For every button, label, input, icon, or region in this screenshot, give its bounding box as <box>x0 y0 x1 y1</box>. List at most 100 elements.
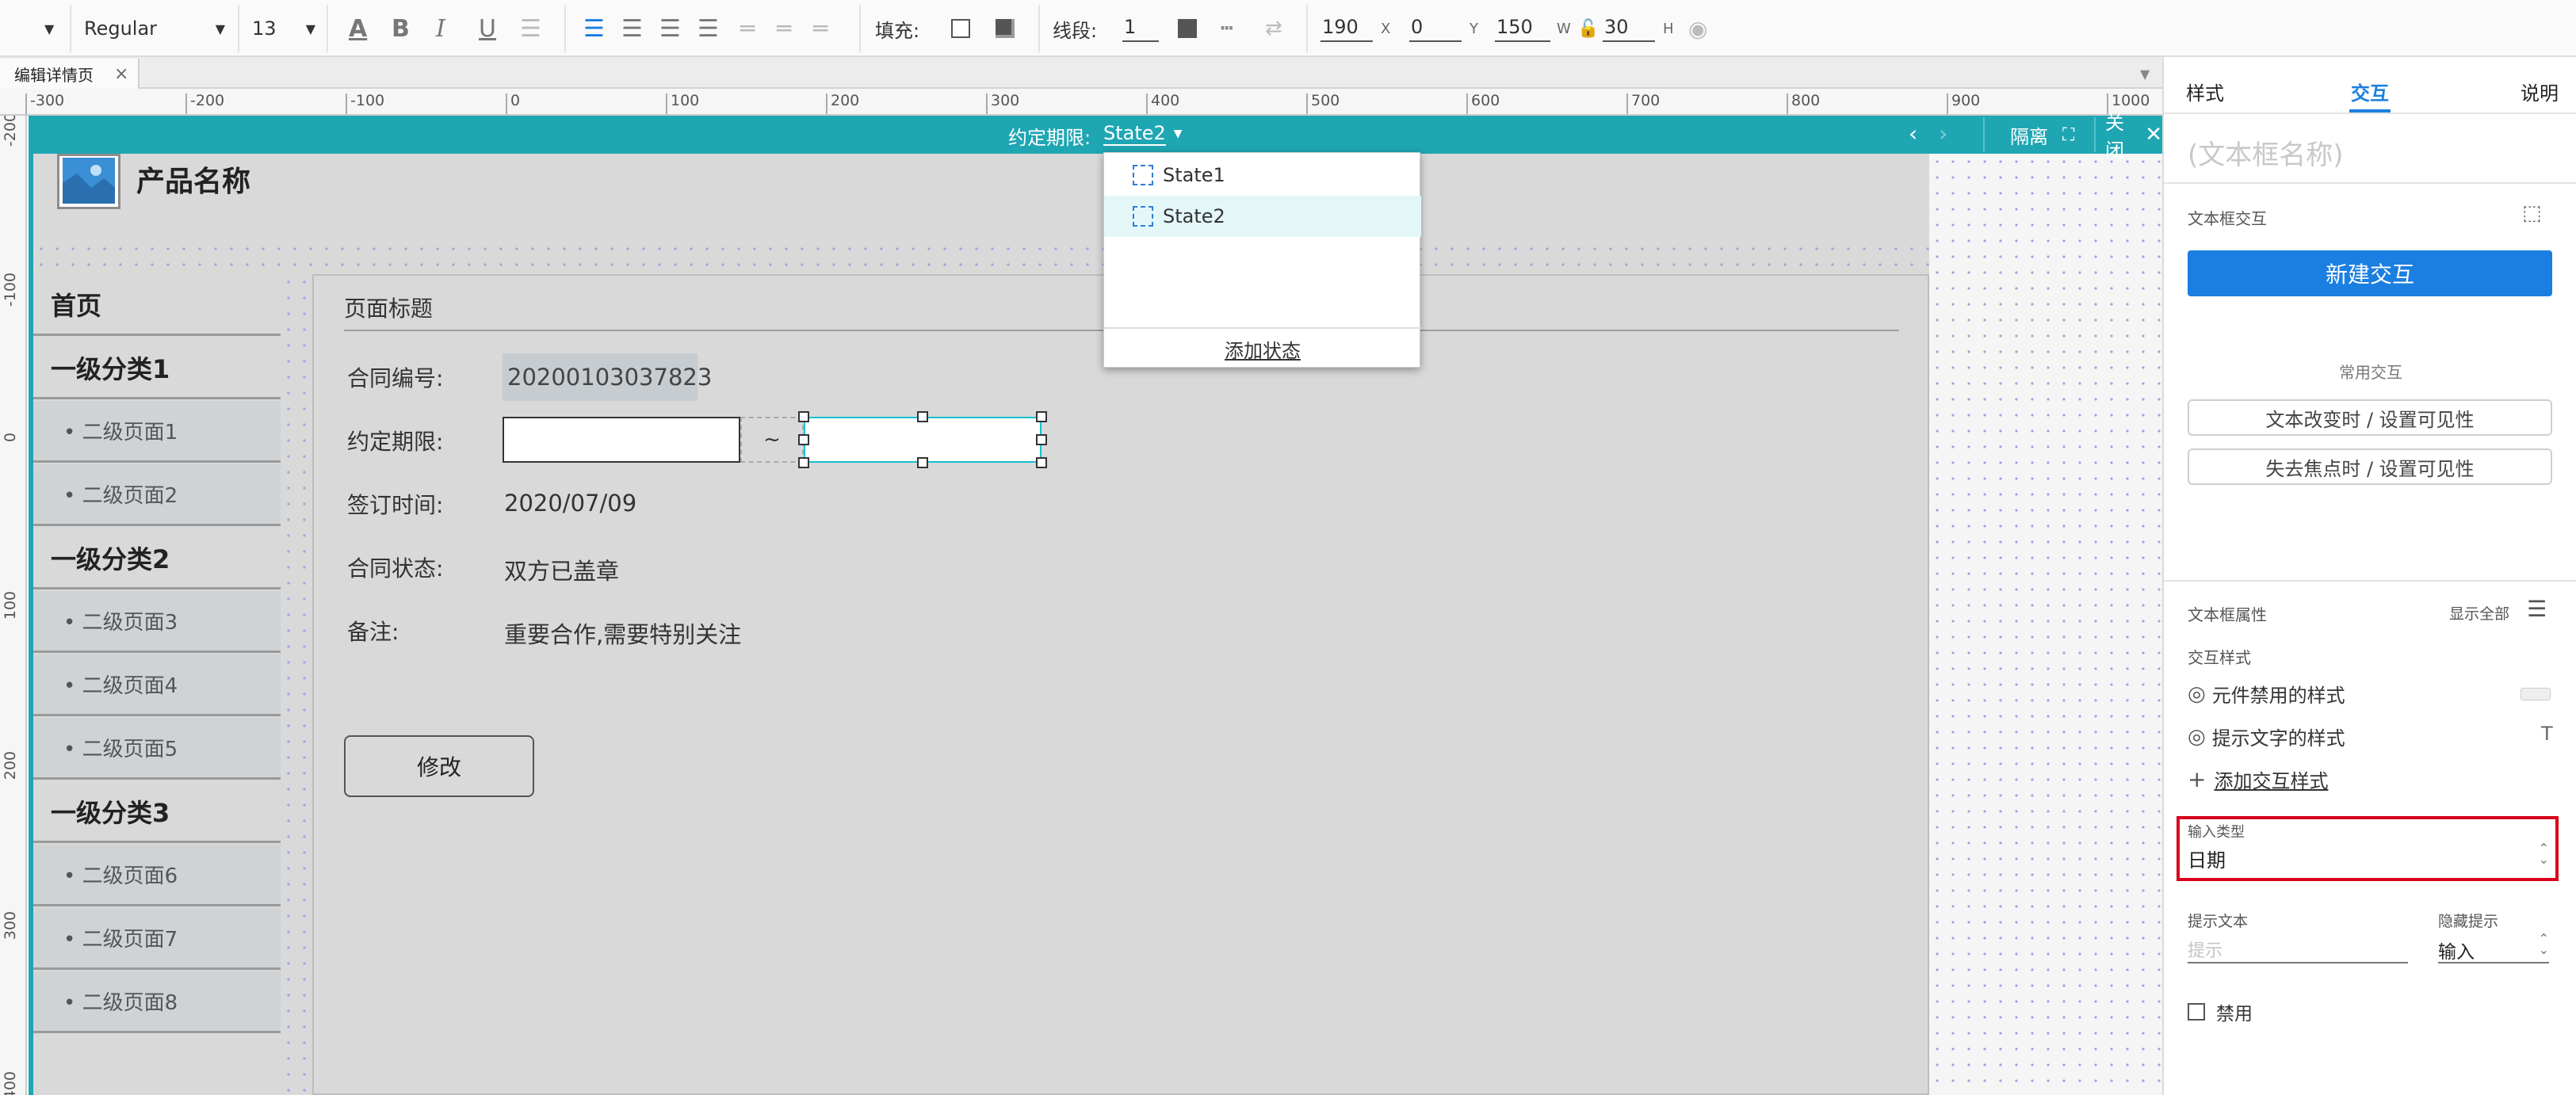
align-left-icon[interactable]: ☰ <box>583 0 605 57</box>
tab-notes[interactable]: 说明 <box>2521 78 2559 105</box>
nav-category[interactable]: 一级分类3 <box>33 781 281 843</box>
list-icon[interactable]: ☰ <box>520 0 541 57</box>
add-state-link[interactable]: 添加状态 <box>1104 329 1421 368</box>
stroke-style-icon[interactable]: ┅ <box>1221 0 1233 57</box>
fill-color-swatch[interactable] <box>951 0 970 57</box>
chevron-right-icon[interactable]: › <box>1939 120 1947 147</box>
valign-middle-icon[interactable]: ═ <box>777 0 791 57</box>
x-input[interactable]: 190 X <box>1320 0 1390 57</box>
common-interaction-button[interactable]: 文本改变时 / 设置可见性 <box>2188 399 2552 436</box>
input-type-select[interactable]: 日期 ⌃ ⌄ <box>2188 842 2549 873</box>
font-size-select[interactable]: 13 ▼ <box>252 0 315 57</box>
nav-category[interactable]: 一级分类1 <box>33 338 281 399</box>
page-header: 产品名称 <box>33 154 1929 241</box>
stroke-color-swatch[interactable] <box>1178 0 1197 57</box>
selection-handle[interactable] <box>1036 457 1047 468</box>
status-value: 双方已盖章 <box>504 558 620 585</box>
horizontal-ruler[interactable]: -300 -200 -100 0 100 200 300 400 500 600 700 800 900… <box>0 89 2162 116</box>
stroke-width-input[interactable]: 1 <box>1122 0 1159 57</box>
ruler-tick <box>1947 93 1948 114</box>
ruler-label: 300 <box>991 92 1020 109</box>
show-all-link[interactable]: 显示全部 <box>2449 602 2509 624</box>
widget-name-input[interactable]: (文本框名称) <box>2188 133 2344 172</box>
selection-handle[interactable] <box>798 457 809 468</box>
chevron-down-icon[interactable]: ▼ <box>2140 67 2150 82</box>
divider <box>327 5 328 52</box>
disabled-checkbox-row[interactable]: 禁用 <box>2188 998 2253 1025</box>
nav-category[interactable]: 首页 <box>33 274 281 336</box>
underline-icon[interactable]: U <box>479 0 496 57</box>
menu-icon[interactable]: ☰ <box>2527 596 2547 622</box>
focus-icon: ⛶ <box>2062 124 2075 145</box>
lock-icon[interactable]: 🔓 <box>1577 0 1599 57</box>
selection-handle[interactable] <box>917 457 928 468</box>
tab-interaction[interactable]: 交互 <box>2351 78 2389 105</box>
fill-shadow-swatch[interactable] <box>996 0 1015 57</box>
selection-handle[interactable] <box>917 411 928 422</box>
h-input[interactable]: 30 H <box>1603 0 1674 57</box>
state-select[interactable]: State2 ▼ <box>1103 122 1183 146</box>
isolate-button[interactable]: 隔离 ⛶ <box>1983 116 2074 154</box>
ruler-tick <box>666 93 667 114</box>
product-image-icon <box>57 154 120 209</box>
state-option-2[interactable]: State2 <box>1104 196 1421 237</box>
tab-style[interactable]: 样式 <box>2186 78 2224 105</box>
selection-handle[interactable] <box>798 434 809 445</box>
disabled-checkbox[interactable] <box>2188 1003 2205 1021</box>
align-right-icon[interactable]: ☰ <box>659 0 681 57</box>
divider <box>2094 117 2096 152</box>
nav-page[interactable]: • 二级页面6 <box>33 845 281 906</box>
edit-button[interactable]: 修改 <box>344 735 534 797</box>
term-end-input[interactable] <box>804 417 1041 463</box>
close-icon[interactable]: × <box>114 64 128 84</box>
input-type-value: 日期 <box>2188 849 2226 872</box>
sign-time-label: 签订时间: <box>347 492 444 518</box>
state-option-1[interactable]: State1 <box>1104 155 1421 196</box>
header-gap <box>33 241 1929 274</box>
nav-page[interactable]: • 二级页面4 <box>33 654 281 716</box>
hide-hint-select[interactable]: 输入 ⌃ ⌄ <box>2438 933 2549 963</box>
divider <box>859 5 861 52</box>
bold-icon[interactable]: B <box>392 0 410 57</box>
align-justify-icon[interactable]: ☰ <box>698 0 719 57</box>
chevron-left-icon[interactable]: ‹ <box>1909 120 1917 147</box>
tab-edit-detail-page[interactable]: 编辑详情页 × <box>0 59 140 89</box>
valign-top-icon[interactable]: ═ <box>740 0 755 57</box>
valign-bottom-icon[interactable]: ═ <box>813 0 827 57</box>
nav-page[interactable]: • 二级页面3 <box>33 591 281 653</box>
vertical-ruler[interactable]: -200 -100 0 100 200 300 400 <box>0 116 27 1095</box>
select-cursor-icon[interactable]: ⬚ <box>2522 201 2542 225</box>
italic-icon[interactable]: I <box>436 0 445 57</box>
nav-category[interactable]: 一级分类2 <box>33 528 281 589</box>
nav-page[interactable]: • 二级页面8 <box>33 971 281 1033</box>
ruler-label: -200 <box>2 116 19 147</box>
selection-handle[interactable] <box>1036 411 1047 422</box>
nav-page[interactable]: • 二级页面5 <box>33 718 281 780</box>
nav-page[interactable]: • 二级页面1 <box>33 401 281 463</box>
chevron-updown-icon: ⌃ ⌄ <box>2538 931 2549 957</box>
selection-handle[interactable] <box>1036 434 1047 445</box>
close-state-button[interactable]: 关闭 ✕ <box>2105 112 2162 162</box>
nav-page[interactable]: • 二级页面2 <box>33 464 281 526</box>
style-hint-row[interactable]: ◎ 提示文字的样式 <box>2188 723 2345 750</box>
ruler-tick <box>25 93 27 114</box>
common-interaction-button[interactable]: 失去焦点时 / 设置可见性 <box>2188 448 2552 485</box>
arrow-style-icon[interactable]: ⇄ <box>1265 0 1282 57</box>
new-interaction-button[interactable]: 新建交互 <box>2188 250 2552 296</box>
align-center-icon[interactable]: ☰ <box>621 0 643 57</box>
add-style-row[interactable]: + 添加交互样式 <box>2188 765 2328 793</box>
w-input[interactable]: 150 W <box>1495 0 1571 57</box>
y-input[interactable]: 0 Y <box>1409 0 1478 57</box>
ruler-label: 100 <box>671 92 700 109</box>
font-style-select[interactable]: Regular ▼ <box>84 0 227 57</box>
divider <box>70 5 71 52</box>
style-disabled-row[interactable]: ◎ 元件禁用的样式 <box>2188 680 2345 708</box>
term-start-input[interactable] <box>503 417 740 463</box>
eye-icon[interactable]: ◉ <box>1688 0 1707 57</box>
inspector-panel: 样式 交互 说明 (文本框名称) 文本框交互 ⬚ 新建交互 常用交互 文本改变时… <box>2162 57 2576 1095</box>
nav-page[interactable]: • 二级页面7 <box>33 908 281 970</box>
text-color-icon[interactable]: A <box>349 0 367 57</box>
selection-handle[interactable] <box>798 411 809 422</box>
hint-text-input[interactable]: 提示 <box>2188 937 2408 963</box>
chevron-down-icon[interactable]: ▼ <box>44 0 54 57</box>
